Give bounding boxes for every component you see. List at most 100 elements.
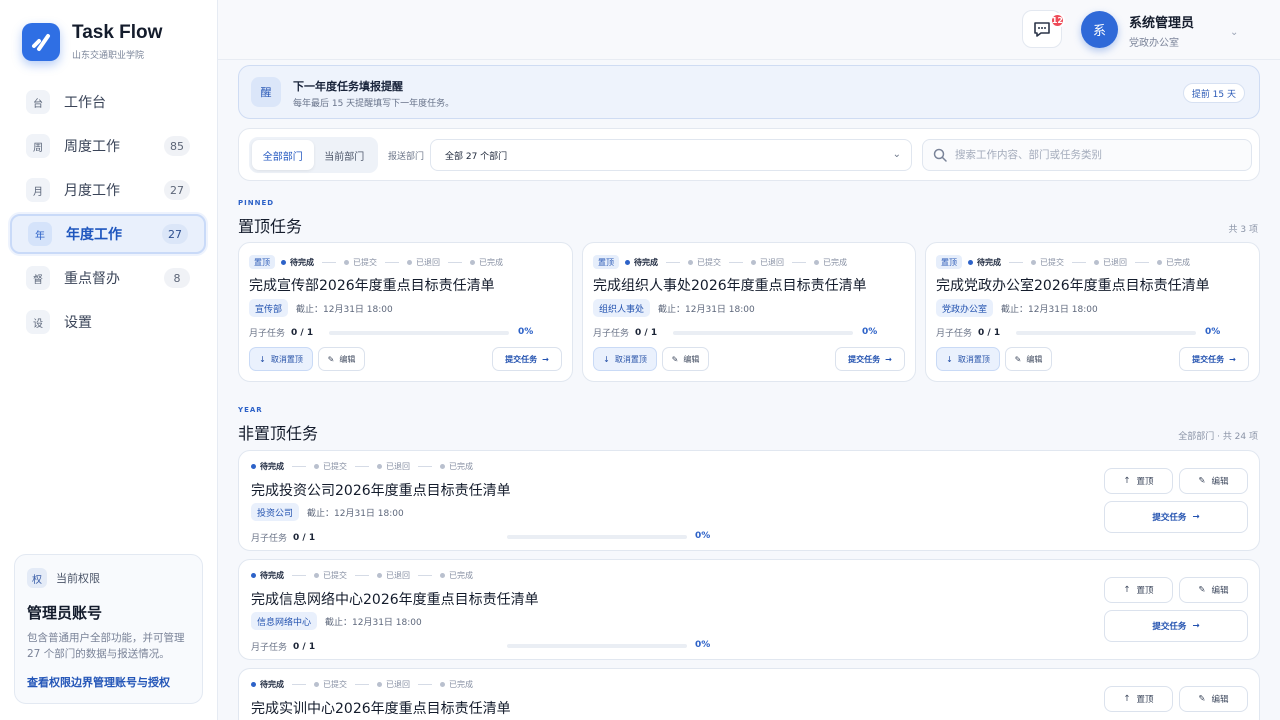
arrow-right-icon: → [542,354,549,364]
progress-percent: 0% [862,327,878,337]
pin-button[interactable]: ↑ 置顶 [1104,468,1173,494]
progress-percent: 0% [518,327,534,337]
pinned-section-title: 置顶任务 [238,217,303,236]
deadline: 截止：12月31日 18:00 [296,304,393,315]
progress-bar [507,644,687,648]
task-title[interactable]: 完成组织人事处2026年度重点目标责任清单 [593,275,867,295]
sidebar-item-weekly[interactable]: 周 周度工作 85 [10,126,206,166]
user-name[interactable]: 系统管理员 [1129,12,1194,31]
brand[interactable]: Task Flow 山东交通职业学院 [22,22,162,61]
submit-task-button[interactable]: 提交任务 → [1104,610,1248,642]
pinned-tag: 置顶 [936,255,962,269]
step-returned: 已退回 [751,257,784,268]
sidebar-item-label: 重点督办 [64,271,120,287]
avatar[interactable]: 系 [1081,11,1118,48]
scope-all-button[interactable]: 全部部门 [252,140,314,170]
task-row: 待完成 已提交 已退回 已完成 完成投资公司2026年度重点目标责任清单 投资公… [238,450,1260,551]
department-filter-label: 报送部门 [388,152,425,162]
unpin-button[interactable]: ↓ 取消置顶 [936,347,1000,371]
progress-percent: 0% [695,640,711,650]
pencil-icon: ✎ [1198,585,1206,595]
pin-button[interactable]: ↑ 置顶 [1104,686,1173,712]
year-eyebrow: YEAR [238,406,263,414]
weekly-icon: 周 [26,134,50,158]
deadline: 截止：12月31日 18:00 [1001,304,1098,315]
count-badge: 27 [164,180,190,200]
workbench-icon: 台 [26,90,50,114]
scope-current-button[interactable]: 当前部门 [314,140,376,170]
sidebar-item-yearly[interactable]: 年 年度工作 27 [10,214,206,254]
step-completed: 已完成 [440,461,473,472]
messages-button[interactable]: 12 [1022,10,1065,48]
count-badge: 27 [162,224,188,244]
arrow-right-icon: → [1192,621,1200,631]
edit-button[interactable]: ✎ 编辑 [318,347,365,371]
pencil-icon: ✎ [1198,694,1206,704]
edit-button[interactable]: ✎ 编辑 [1179,577,1248,603]
search-input[interactable] [955,149,1235,161]
task-meta: 信息网络中心 截止：12月31日 18:00 [251,612,422,630]
pencil-icon: ✎ [1014,354,1022,364]
status-steps: 待完成 已提交 已退回 已完成 [251,679,473,690]
arrow-up-icon: ↑ [1123,694,1131,704]
pencil-icon: ✎ [327,354,335,364]
step-returned: 已退回 [377,461,410,472]
unpin-button[interactable]: ↓ 取消置顶 [249,347,313,371]
arrow-down-icon: ↓ [946,354,953,364]
department-tag: 党政办公室 [936,299,994,317]
department-select[interactable]: 全部 27 个部门 ⌄ [430,139,912,171]
step-submitted: 已提交 [314,570,347,581]
submit-task-button[interactable]: 提交任务 → [1179,347,1249,371]
sidebar-item-supervision[interactable]: 督 重点督办 8 [10,258,206,298]
edit-button[interactable]: ✎ 编辑 [662,347,709,371]
status-steps: 置顶 待完成 已提交 已退回 已完成 [936,255,1190,269]
department-tag: 宣传部 [249,299,289,317]
edit-button[interactable]: ✎ 编辑 [1179,468,1248,494]
task-title[interactable]: 完成信息网络中心2026年度重点目标责任清单 [251,589,539,609]
submit-task-button[interactable]: 提交任务 → [492,347,562,371]
unpin-button[interactable]: ↓ 取消置顶 [593,347,657,371]
progress-bar [329,331,509,335]
sidebar-item-monthly[interactable]: 月 月度工作 27 [10,170,206,210]
department-scope-toggle: 全部部门 当前部门 [249,137,378,173]
chat-icon [1034,22,1050,37]
sidebar-item-label: 周度工作 [64,139,120,155]
submit-task-button[interactable]: 提交任务 → [835,347,905,371]
task-meta: 宣传部 截止：12月31日 18:00 [249,299,393,317]
subtask-progress: 月子任务 0 / 1 [593,327,658,340]
pinned-tag: 置顶 [249,255,275,269]
task-row: 待完成 已提交 已退回 已完成 完成信息网络中心2026年度重点目标责任清单 信… [238,559,1260,660]
task-title[interactable]: 完成投资公司2026年度重点目标责任清单 [251,480,511,500]
edit-button[interactable]: ✎ 编辑 [1005,347,1052,371]
pinned-count: 共 3 项 [1228,225,1258,235]
settings-icon: 设 [26,310,50,334]
edit-button[interactable]: ✎ 编辑 [1179,686,1248,712]
task-title[interactable]: 完成宣传部2026年度重点目标责任清单 [249,275,495,295]
supervision-icon: 督 [26,266,50,290]
permission-icon: 权 [27,568,47,588]
sidebar-item-settings[interactable]: 设 设置 [10,302,206,342]
step-completed: 已完成 [470,257,503,268]
step-submitted: 已提交 [344,257,377,268]
chevron-down-icon[interactable]: ⌄ [1230,27,1238,38]
count-badge: 85 [164,136,190,156]
task-meta: 党政办公室 截止：12月31日 18:00 [936,299,1098,317]
sidebar-item-workbench[interactable]: 台 工作台 [10,82,206,122]
pinned-tag: 置顶 [593,255,619,269]
arrow-right-icon: → [885,354,892,364]
step-pending: 待完成 [968,257,1001,268]
task-meta: 投资公司 截止：12月31日 18:00 [251,503,404,521]
submit-task-button[interactable]: 提交任务 → [1104,501,1248,533]
task-title[interactable]: 完成实训中心2026年度重点目标责任清单 [251,698,511,718]
step-pending: 待完成 [251,679,284,690]
task-title[interactable]: 完成党政办公室2026年度重点目标责任清单 [936,275,1210,295]
status-steps: 置顶 待完成 已提交 已退回 已完成 [249,255,503,269]
department-tag: 投资公司 [251,503,300,521]
pencil-icon: ✎ [1198,476,1206,486]
arrow-right-icon: → [1229,354,1236,364]
pin-button[interactable]: ↑ 置顶 [1104,577,1173,603]
sidebar-nav: 台 工作台 周 周度工作 85 月 月度工作 27 年 年度工作 27 督 重点… [10,82,206,346]
step-completed: 已完成 [440,570,473,581]
sidebar-item-label: 年度工作 [66,227,122,243]
permission-link[interactable]: 查看权限边界管理账号与授权 [27,674,190,690]
